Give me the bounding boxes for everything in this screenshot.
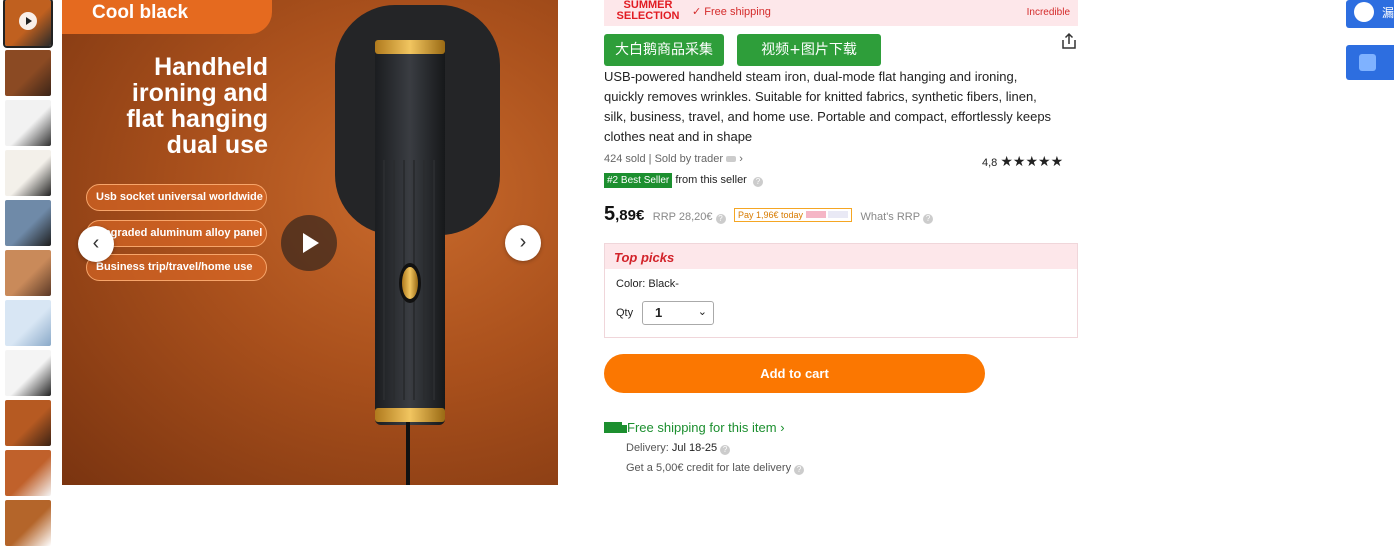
whats-rrp-link[interactable]: What's RRP (861, 211, 921, 223)
seller-link[interactable]: Sold by trader (655, 153, 723, 165)
sales-info[interactable]: 424 sold | Sold by trader › (604, 153, 743, 165)
tool-icon (1359, 54, 1376, 71)
incredible-label: Incredible (1026, 7, 1070, 18)
side-toggle-text: 漏 (1382, 6, 1394, 20)
summer-selection-logo: SUMMER SELECTION (612, 0, 684, 22)
side-tool-button[interactable] (1346, 45, 1394, 80)
info-icon[interactable]: ? (752, 177, 763, 187)
qty-label: Qty (616, 307, 634, 319)
color-selection: Color: Black- (616, 278, 679, 290)
delivery-label: Delivery: (626, 442, 672, 454)
info-icon[interactable]: ? (720, 445, 731, 455)
free-shipping-link[interactable]: Free shipping for this item › (604, 420, 785, 435)
price-cents: ,89€ (615, 207, 645, 224)
delivery-date: Jul 18-25 (671, 442, 718, 454)
sold-count: 424 sold (604, 153, 646, 165)
free-shipping-label: ✓ Free shipping (692, 6, 771, 18)
collect-product-button[interactable]: 大白鹅商品采集 (604, 34, 724, 66)
pay-later-box[interactable]: Pay 1,96€ today (733, 208, 853, 222)
quantity-select[interactable]: 1 ⌄ (642, 301, 714, 325)
late-delivery-credit: Get a 5,00€ credit for late delivery? (626, 462, 805, 475)
rating-value: 4,8 (982, 157, 998, 169)
info-icon[interactable]: ? (715, 214, 726, 224)
product-title: USB-powered handheld steam iron, dual-mo… (604, 69, 1052, 144)
thumbnail-image[interactable] (5, 200, 51, 246)
top-picks-heading: Top picks (605, 244, 1077, 269)
info-icon[interactable]: ? (923, 214, 934, 224)
thumbnail-image[interactable] (5, 450, 51, 496)
best-seller-badge: #2 Best Seller (604, 173, 673, 188)
price-row: 5,89€ RRP 28,20€? Pay 1,96€ today What's… (604, 203, 934, 226)
credit-text: Get a 5,00€ credit for late delivery (626, 462, 792, 474)
truck-icon (604, 422, 627, 433)
top-picks-panel: Top picks Color: Black- Qty 1 ⌄ (604, 243, 1078, 338)
qty-value: 1 (655, 305, 663, 320)
price-main: 5 (604, 203, 616, 225)
thumbnail-image[interactable] (5, 500, 51, 546)
thumbnail-image[interactable] (5, 150, 51, 196)
best-seller-row: #2 Best Seller from this seller ? (604, 173, 763, 188)
share-icon[interactable] (1060, 32, 1078, 50)
star-rating-icon: ★★★★★ (1000, 153, 1064, 169)
thumbnail-image[interactable] (5, 100, 51, 146)
side-toggle-button[interactable]: 漏 (1346, 0, 1394, 28)
thumbnail-image[interactable] (5, 400, 51, 446)
thumbnail-image[interactable] (5, 300, 51, 346)
thumbnail-image[interactable] (5, 50, 51, 96)
product-main-image[interactable]: Cool black Handheld ironing and flat han… (62, 0, 558, 485)
chevron-right-icon: › (739, 153, 743, 165)
toggle-knob-icon (1354, 2, 1374, 22)
info-icon[interactable]: ? (794, 465, 805, 475)
seller-badge-icon (726, 156, 737, 162)
thumbnail-image[interactable] (3, 0, 53, 48)
thumbnail-image[interactable] (5, 350, 51, 396)
add-to-cart-button[interactable]: Add to cart (604, 354, 985, 393)
pay-later-text: Pay 1,96€ today (737, 210, 804, 220)
rating[interactable]: 4,8 ★★★★★ (982, 153, 1063, 170)
prev-image-button[interactable]: ‹ (78, 226, 114, 262)
klarna-logo-icon (805, 211, 826, 218)
play-video-button[interactable] (281, 215, 337, 271)
summer-selection-banner[interactable]: SUMMER SELECTION ✓ Free shipping Incredi… (604, 0, 1078, 26)
selection-line: SELECTION (616, 10, 680, 22)
delivery-info: Delivery: Jul 18-25? (626, 442, 731, 455)
free-shipping-title: Free shipping for this item (627, 420, 777, 435)
next-image-button[interactable]: › (505, 225, 541, 261)
best-seller-text: from this seller (675, 174, 747, 186)
play-icon (19, 12, 37, 30)
thumbnail-strip (3, 0, 53, 546)
chevron-right-icon: › (780, 420, 785, 435)
paypal-logo-icon (828, 211, 849, 218)
chevron-down-icon: ⌄ (697, 306, 707, 318)
rrp-price: RRP 28,20€ (652, 211, 713, 223)
download-media-button[interactable]: 视频+图片下载 (737, 34, 881, 66)
thumbnail-image[interactable] (5, 250, 51, 296)
